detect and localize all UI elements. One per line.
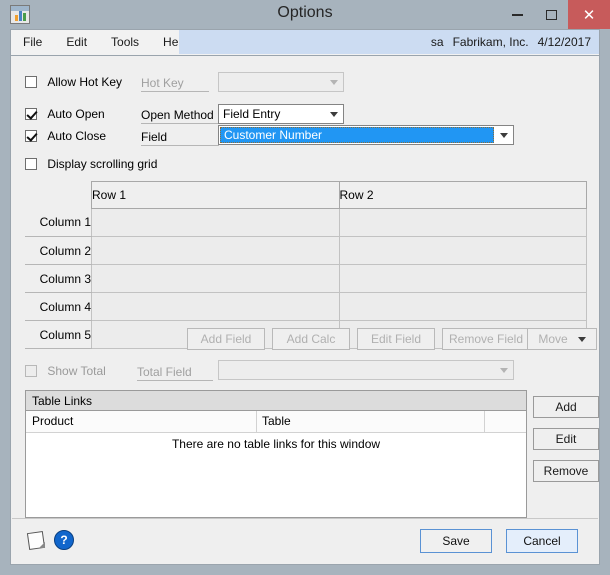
- table-row: Column 2: [25, 236, 587, 265]
- edit-button[interactable]: Edit: [533, 428, 599, 450]
- table-links-header: Product Table: [26, 411, 526, 433]
- auto-open-box[interactable]: [25, 107, 37, 120]
- add-button[interactable]: Add: [533, 396, 599, 418]
- client-area: Allow Hot Key Hot Key Auto Open Open Met…: [10, 55, 600, 565]
- remove-field-button[interactable]: Remove Field: [442, 328, 530, 350]
- grid-row-label-4: Column 4: [25, 292, 92, 321]
- grid-row-label-5: Column 5: [25, 320, 92, 349]
- grid-cell-2-2[interactable]: [338, 236, 587, 265]
- menu-items: File Edit Tools Help: [11, 30, 200, 54]
- hot-key-label-wrap: Hot Key: [141, 76, 209, 92]
- move-button-label: Move: [538, 332, 568, 346]
- menu-file[interactable]: File: [11, 30, 54, 54]
- allow-hot-key-label: Allow Hot Key: [47, 74, 123, 89]
- table-row: Column 3: [25, 264, 587, 293]
- chevron-down-icon: [577, 336, 586, 342]
- add-field-button[interactable]: Add Field: [187, 328, 265, 350]
- remove-button[interactable]: Remove: [533, 460, 599, 482]
- title-bar: Options ✕: [0, 0, 610, 29]
- total-field-dropdown[interactable]: [218, 360, 514, 380]
- session-date: 4/12/2017: [537, 35, 591, 49]
- grid-cell-3-2[interactable]: [338, 264, 587, 293]
- show-total-box[interactable]: [25, 364, 37, 377]
- total-field-label: Total Field: [137, 365, 213, 381]
- user-name: sa: [430, 35, 444, 49]
- menu-tools[interactable]: Tools: [99, 30, 151, 54]
- open-method-dropdown[interactable]: Field Entry: [218, 104, 344, 124]
- field-label: Field: [141, 130, 219, 146]
- close-icon[interactable]: ✕: [568, 0, 610, 29]
- grid-row-label-2: Column 2: [25, 236, 92, 265]
- auto-close-box[interactable]: [25, 129, 37, 142]
- chevron-down-icon[interactable]: [324, 105, 343, 123]
- hot-key-dropdown[interactable]: [218, 72, 344, 92]
- save-button[interactable]: Save: [420, 529, 492, 553]
- table-links-panel: Table Links Product Table There are no t…: [25, 390, 527, 518]
- table-links-column-table[interactable]: Table: [262, 414, 291, 428]
- table-links-column-product[interactable]: Product: [32, 414, 73, 428]
- display-scrolling-grid-checkbox[interactable]: Display scrolling grid: [25, 156, 157, 171]
- grid-cell-4-2[interactable]: [338, 292, 587, 321]
- grid-column-header-1[interactable]: Row 1: [91, 181, 340, 209]
- display-scrolling-grid-box[interactable]: [25, 157, 37, 170]
- field-value: Customer Number: [220, 127, 494, 143]
- allow-hot-key-checkbox[interactable]: Allow Hot Key: [25, 74, 122, 89]
- auto-open-checkbox[interactable]: Auto Open: [25, 106, 105, 121]
- allow-hot-key-box[interactable]: [25, 75, 37, 88]
- table-row: Column 4: [25, 292, 587, 321]
- show-total-label: Show Total: [47, 363, 106, 378]
- open-method-label: Open Method: [141, 108, 219, 124]
- hot-key-label: Hot Key: [141, 76, 209, 92]
- chevron-down-icon[interactable]: [324, 73, 343, 91]
- table-links-title: Table Links: [26, 391, 526, 411]
- status-info-bar: sa Fabrikam, Inc. 4/12/2017: [179, 30, 599, 54]
- grid-column-header-2[interactable]: Row 2: [338, 181, 587, 209]
- move-button[interactable]: Move: [527, 328, 597, 350]
- display-scrolling-grid-label: Display scrolling grid: [47, 156, 158, 171]
- maximize-button[interactable]: [534, 0, 568, 29]
- total-field-label-wrap: Total Field: [137, 365, 213, 381]
- add-calc-button[interactable]: Add Calc: [272, 328, 350, 350]
- show-total-checkbox[interactable]: Show Total: [25, 363, 106, 378]
- options-window: Options ✕ File Edit Tools Help sa Fabrik…: [0, 0, 610, 575]
- grid-header-row: Row 1 Row 2: [25, 181, 587, 209]
- field-dropdown[interactable]: Customer Number: [218, 125, 514, 145]
- edit-field-button[interactable]: Edit Field: [357, 328, 435, 350]
- grid-cell-4-1[interactable]: [91, 292, 340, 321]
- chevron-down-icon[interactable]: [494, 126, 513, 144]
- grid-cell-1-2[interactable]: [338, 208, 587, 237]
- grid-cell-2-1[interactable]: [91, 236, 340, 265]
- bottom-bar: ? Save Cancel: [12, 518, 598, 563]
- help-icon[interactable]: ?: [54, 530, 74, 550]
- field-label-wrap: Field: [141, 130, 219, 146]
- grid-row-label-1: Column 1: [25, 208, 92, 237]
- table-row: Column 1: [25, 208, 587, 237]
- menu-bar: File Edit Tools Help sa Fabrikam, Inc. 4…: [10, 29, 600, 55]
- cancel-button[interactable]: Cancel: [506, 529, 578, 553]
- auto-close-checkbox[interactable]: Auto Close: [25, 128, 106, 143]
- open-method-value: Field Entry: [223, 107, 281, 121]
- auto-close-label: Auto Close: [47, 128, 107, 143]
- chevron-down-icon[interactable]: [494, 361, 513, 379]
- layout-grid: Row 1 Row 2 Column 1 Column 2 Column 3 C…: [25, 181, 587, 349]
- auto-open-label: Auto Open: [47, 106, 105, 121]
- grid-cell-1-1[interactable]: [91, 208, 340, 237]
- company-name: Fabrikam, Inc.: [452, 35, 529, 49]
- note-icon[interactable]: [26, 530, 46, 551]
- table-links-empty-message: There are no table links for this window: [171, 437, 381, 451]
- menu-edit[interactable]: Edit: [54, 30, 99, 54]
- grid-corner-cell: [25, 182, 92, 209]
- grid-cell-3-1[interactable]: [91, 264, 340, 293]
- open-method-label-wrap: Open Method: [141, 108, 219, 124]
- grid-row-label-3: Column 3: [25, 264, 92, 293]
- minimize-button[interactable]: [500, 0, 534, 29]
